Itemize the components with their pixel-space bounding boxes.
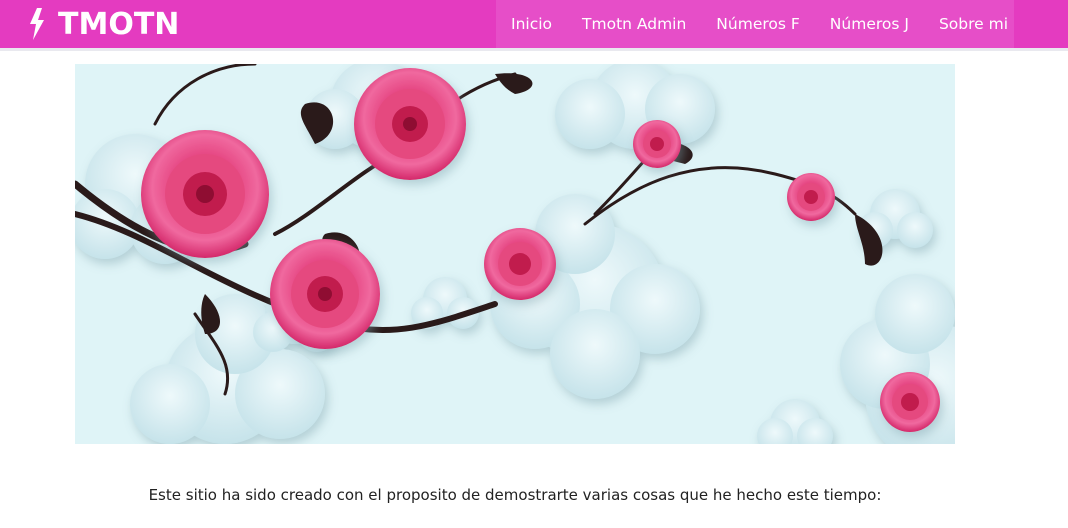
- nav-item-tmotn-admin[interactable]: Tmotn Admin: [567, 0, 701, 48]
- main-nav: Inicio Tmotn Admin Números F Números J S…: [496, 0, 1014, 48]
- nav-item-inicio[interactable]: Inicio: [496, 0, 567, 48]
- roses-clouds-illustration: [75, 64, 955, 444]
- nav-item-sobre-mi[interactable]: Sobre mi: [924, 0, 1023, 48]
- lightning-bolt-icon: [30, 8, 44, 40]
- top-navbar: TMOTN Inicio Tmotn Admin Números F Númer…: [0, 0, 1068, 48]
- brand-name: TMOTN: [58, 6, 180, 42]
- hero-image: [75, 64, 955, 444]
- intro-text-content: Este sitio ha sido creado con el proposi…: [148, 486, 882, 504]
- intro-text: Este sitio ha sido creado con el proposi…: [0, 486, 1068, 504]
- brand-link[interactable]: TMOTN: [28, 4, 179, 44]
- nav-item-numeros-f[interactable]: Números F: [701, 0, 815, 48]
- nav-item-numeros-j[interactable]: Números J: [815, 0, 924, 48]
- navbar-divider: [0, 48, 1068, 51]
